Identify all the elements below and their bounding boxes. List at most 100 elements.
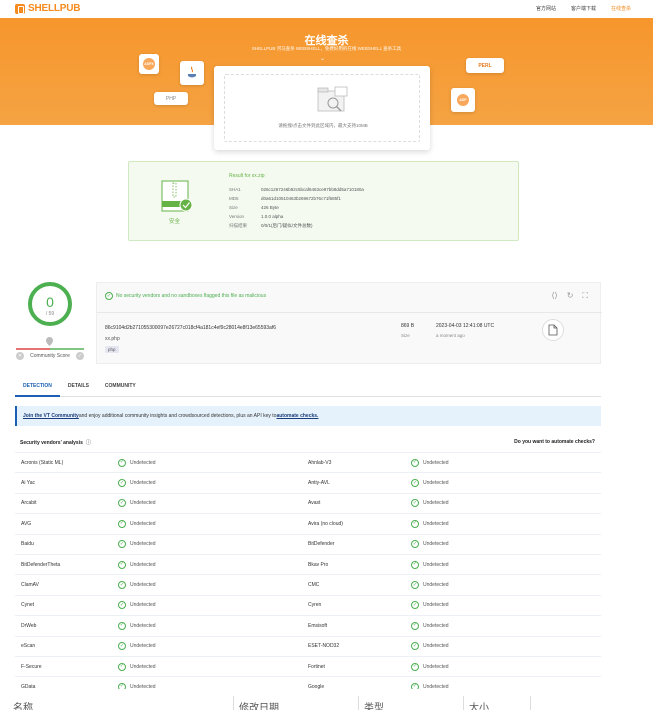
score-total: / 59 bbox=[45, 311, 55, 317]
scan-result-card: 安全 Result for xx.zip SHA1 026c1267246b92c… bbox=[128, 161, 519, 241]
vendor-name: Cynet bbox=[21, 602, 35, 609]
file-list-header: 名称 修改日期 类型 大小 bbox=[0, 696, 657, 710]
check-circle-icon: ✓ bbox=[411, 581, 419, 590]
community-score-bar bbox=[16, 348, 84, 350]
shellpub-logo[interactable]: SHELLPUB bbox=[15, 3, 80, 14]
tab-community[interactable]: COMMUNITY bbox=[97, 377, 144, 397]
check-circle-icon: ✓ bbox=[411, 458, 419, 467]
result-row-md5: MD5 d0a61d10510463b269672b76c71f685f1 bbox=[229, 196, 341, 201]
vendor-name: CMC bbox=[308, 582, 320, 589]
vendor-name: BitDefenderTheta bbox=[21, 561, 61, 568]
upload-card: 请拖拽/点击文件到此区域内，最大支持10MB bbox=[214, 66, 430, 150]
table-row: DrWeb ✓ Undetected Emsisoft ✓ Undetected bbox=[15, 615, 601, 635]
upload-hint: 请拖拽/点击文件到此区域内，最大支持10MB bbox=[278, 123, 368, 128]
table-row: eScan ✓ Undetected ESET-NOD32 ✓ Undetected bbox=[15, 635, 601, 656]
aspx-label: ASPX bbox=[143, 58, 155, 70]
vendor-result: ✓ Undetected bbox=[118, 662, 156, 671]
table-row: Baidu ✓ Undetected BitDefender ✓ Undetected bbox=[15, 533, 601, 554]
check-circle-icon: ✓ bbox=[118, 499, 126, 508]
join-community-link[interactable]: Join the VT Community bbox=[23, 413, 79, 419]
refresh-icon[interactable]: ↻ bbox=[567, 291, 574, 301]
column-separator bbox=[463, 696, 464, 710]
vendor-result: ✓ Undetected bbox=[411, 479, 449, 488]
vendor-result: ✓ Undetected bbox=[411, 560, 449, 569]
vendor-result: ✓ Undetected bbox=[411, 682, 449, 689]
check-circle-icon: ✓ bbox=[411, 601, 419, 610]
vendor-name: Arcabit bbox=[21, 500, 37, 507]
result-title: Result for xx.zip bbox=[229, 173, 265, 179]
logo-icon bbox=[15, 3, 25, 14]
check-circle-icon: ✓ bbox=[411, 682, 419, 689]
file-name: xx.php bbox=[105, 336, 120, 342]
vendor-name: Avast bbox=[308, 500, 321, 507]
vendor-result: ✓ Undetected bbox=[411, 662, 449, 671]
vendor-result: ✓ Undetected bbox=[118, 479, 156, 488]
java-icon bbox=[188, 66, 196, 78]
asp-label: ASP bbox=[457, 94, 469, 106]
column-type[interactable]: 类型 bbox=[364, 699, 384, 710]
vendor-name: Google bbox=[308, 683, 325, 689]
column-modified[interactable]: 修改日期 bbox=[239, 699, 279, 710]
logo-text: SHELLPUB bbox=[28, 3, 81, 14]
chevron-down-icon: ⌄ bbox=[320, 56, 326, 62]
vendors-analysis-heading: Security vendors' analysis ⓘ bbox=[20, 439, 91, 447]
table-row: AVG ✓ Undetected Avira (no cloud) ✓ Undetecte… bbox=[15, 513, 601, 533]
clean-status: ✓ No security vendors and no sandboxes f… bbox=[105, 292, 266, 300]
vendor-result: ✓ Undetected bbox=[118, 499, 156, 508]
perl-badge: PERL bbox=[466, 58, 504, 73]
score-value: 0 bbox=[46, 294, 54, 310]
graph-icon[interactable]: ⛶ bbox=[582, 291, 588, 301]
aspx-badge: ASPX bbox=[139, 54, 159, 74]
vendor-name: Avira (no cloud) bbox=[308, 520, 343, 527]
column-separator bbox=[530, 696, 531, 710]
scan-ago: a moment ago bbox=[436, 333, 465, 338]
column-separator bbox=[233, 696, 234, 710]
vendor-result: ✓ Undetected bbox=[411, 581, 449, 590]
check-circle-icon: ✓ bbox=[118, 581, 126, 590]
asp-badge: ASP bbox=[451, 88, 475, 112]
automate-question[interactable]: Do you want to automate checks? bbox=[514, 439, 595, 445]
info-icon[interactable]: ⓘ bbox=[86, 439, 91, 446]
nav-link-official[interactable]: 官方网站 bbox=[536, 5, 556, 12]
vendor-name: ClamAV bbox=[21, 582, 39, 589]
check-circle-icon: ✓ bbox=[118, 519, 126, 528]
vendor-result: ✓ Undetected bbox=[118, 642, 156, 651]
automate-checks-link[interactable]: automate checks. bbox=[276, 413, 318, 419]
scan-date: 2023-04-03 12:41:08 UTC bbox=[436, 323, 495, 329]
thumbs-down-icon[interactable]: ✕ bbox=[16, 352, 24, 360]
vendor-result: ✓ Undetected bbox=[118, 682, 156, 689]
code-icon[interactable]: ⟨⟩ bbox=[551, 291, 557, 301]
file-size: 869 B bbox=[401, 323, 415, 329]
check-circle-icon: ✓ bbox=[118, 458, 126, 467]
upload-folder-icon bbox=[317, 86, 348, 112]
check-circle-icon: ✓ bbox=[118, 540, 126, 549]
result-row-sha1: SHA1 026c1267246b92c5bcaf6463ce97bb8dd5a7… bbox=[229, 187, 364, 192]
vendor-result: ✓ Undetected bbox=[118, 519, 156, 528]
result-row-scan: 扫描结果 0/0/1(后门/疑似/文件总数) bbox=[229, 223, 313, 228]
result-row-version: Version 1.0.0 alpha bbox=[229, 214, 284, 219]
column-name[interactable]: 名称 bbox=[13, 699, 33, 710]
vendor-name: Bkav Pro bbox=[308, 561, 329, 568]
thumbs-up-icon[interactable]: ✓ bbox=[75, 352, 84, 360]
vendor-name: GData bbox=[21, 683, 36, 689]
upload-dropzone[interactable]: 请拖拽/点击文件到此区域内，最大支持10MB bbox=[224, 74, 420, 142]
nav-link-online-scan[interactable]: 在线查杀 bbox=[611, 5, 631, 12]
community-score-label: Community Score bbox=[30, 353, 70, 359]
nav-link-client-download[interactable]: 客户端下载 bbox=[571, 5, 596, 12]
table-row: BitDefenderTheta ✓ Undetected Bkav Pro ✓ Unde… bbox=[15, 553, 601, 574]
file-size-label: Size bbox=[401, 333, 410, 338]
check-circle-icon: ✓ bbox=[411, 519, 419, 528]
vendor-name: eScan bbox=[21, 643, 36, 650]
check-circle-icon: ✓ bbox=[411, 621, 419, 630]
tab-details[interactable]: DETAILS bbox=[60, 377, 97, 397]
column-size[interactable]: 大小 bbox=[469, 699, 489, 710]
vendor-name: F-Secure bbox=[21, 663, 42, 670]
file-type-tag[interactable]: php bbox=[105, 346, 119, 353]
file-icon bbox=[548, 324, 558, 336]
check-circle-icon: ✓ bbox=[118, 601, 126, 610]
check-circle-icon: ✓ bbox=[118, 560, 126, 569]
file-hash[interactable]: 86c9104d2b271055300097e26727c018cf4a181c… bbox=[105, 325, 276, 331]
vendor-name: DrWeb bbox=[21, 622, 37, 629]
tab-detection[interactable]: DETECTION bbox=[15, 377, 60, 397]
check-circle-icon: ✓ bbox=[105, 292, 113, 300]
